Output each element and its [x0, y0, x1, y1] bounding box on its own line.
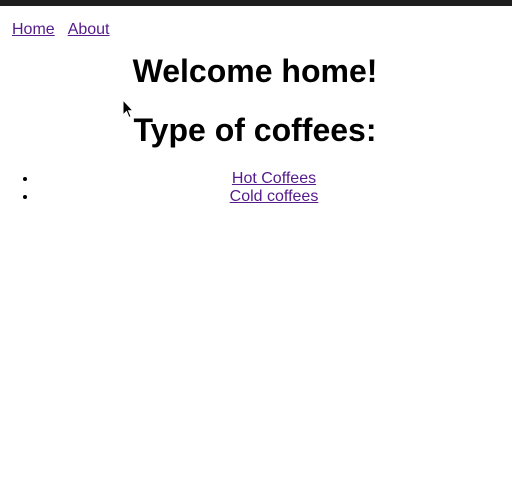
nav-link-home[interactable]: Home	[12, 21, 55, 38]
top-nav: Home About	[12, 21, 123, 39]
nav-link-about[interactable]: About	[68, 21, 110, 38]
coffee-types-list: Hot Coffees Cold coffees	[0, 170, 510, 206]
cold-coffees-link[interactable]: Cold coffees	[230, 188, 319, 205]
coffee-types-heading: Type of coffees:	[133, 112, 377, 148]
list-item: Cold coffees	[38, 188, 510, 206]
hot-coffees-link[interactable]: Hot Coffees	[232, 170, 316, 187]
welcome-heading: Welcome home!	[132, 53, 378, 89]
window-top-bar	[0, 0, 512, 6]
list-item: Hot Coffees	[38, 170, 510, 188]
mouse-pointer-icon	[122, 99, 134, 119]
